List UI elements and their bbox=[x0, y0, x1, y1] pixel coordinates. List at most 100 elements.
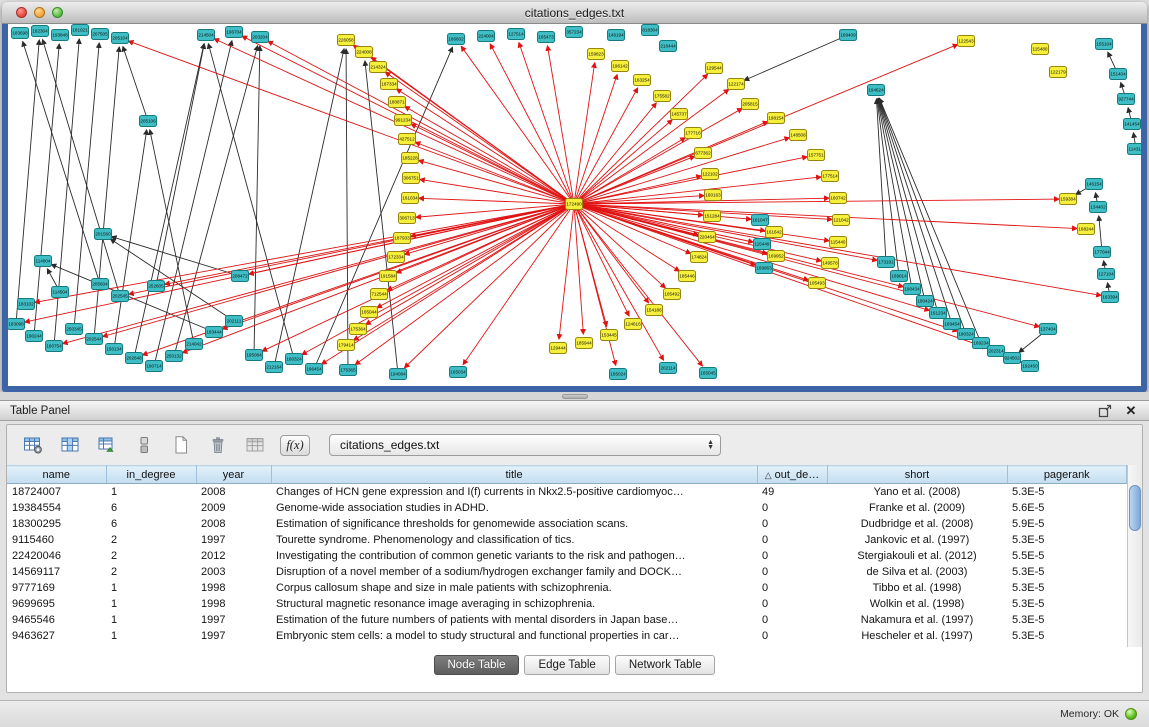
network-edge[interactable] bbox=[574, 138, 789, 204]
network-node[interactable]: 205604 bbox=[92, 279, 109, 290]
network-node[interactable]: 250132 bbox=[166, 351, 183, 362]
network-window-titlebar[interactable]: citations_edges.txt bbox=[2, 2, 1147, 24]
table-cell[interactable]: 0 bbox=[757, 548, 827, 564]
table-cell[interactable]: 2 bbox=[106, 564, 196, 580]
network-node[interactable]: 177514 bbox=[822, 171, 839, 182]
network-node[interactable]: 151284 bbox=[704, 211, 721, 222]
table-cell[interactable]: Stergiakouli et al. (2012) bbox=[827, 548, 1007, 564]
table-cell[interactable]: 5.3E-5 bbox=[1007, 532, 1127, 548]
table-cell[interactable]: Changes of HCN gene expression and I(f) … bbox=[271, 484, 757, 501]
network-edge[interactable] bbox=[346, 49, 348, 370]
table-cell[interactable]: 0 bbox=[757, 532, 827, 548]
table-cell[interactable]: 5.5E-5 bbox=[1007, 548, 1127, 564]
network-node[interactable]: 105493 bbox=[809, 278, 826, 289]
table-cell[interactable]: 1 bbox=[106, 628, 196, 644]
function-builder-icon[interactable]: f(x) bbox=[280, 435, 310, 456]
table-cell[interactable]: Estimation of the future numbers of pati… bbox=[271, 612, 757, 628]
network-edge[interactable] bbox=[63, 204, 574, 344]
network-node[interactable]: 161642 bbox=[766, 227, 783, 238]
network-edge[interactable] bbox=[574, 204, 903, 287]
network-edge[interactable] bbox=[878, 99, 938, 313]
table-cell[interactable]: 9115460 bbox=[7, 532, 106, 548]
network-node[interactable]: 129444 bbox=[550, 343, 567, 354]
network-node[interactable]: 175365 bbox=[340, 365, 357, 376]
edit-table-icon[interactable] bbox=[95, 434, 119, 456]
network-edge[interactable] bbox=[156, 44, 204, 286]
network-edge[interactable] bbox=[123, 47, 148, 121]
network-node[interactable]: 203204 bbox=[252, 32, 269, 43]
network-node[interactable]: 198154 bbox=[768, 113, 785, 124]
network-node[interactable]: 160163 bbox=[705, 190, 722, 201]
network-node[interactable]: 202544 bbox=[86, 334, 103, 345]
network-node[interactable]: 224008 bbox=[356, 47, 373, 58]
table-cell[interactable]: 9463627 bbox=[7, 628, 106, 644]
network-node[interactable]: 306713 bbox=[399, 213, 416, 224]
network-edge[interactable] bbox=[574, 75, 617, 204]
network-edge[interactable] bbox=[574, 204, 765, 231]
network-node[interactable]: 172490 bbox=[566, 199, 583, 210]
network-edge[interactable] bbox=[112, 237, 240, 276]
network-node[interactable]: 174824 bbox=[691, 252, 708, 263]
network-node[interactable]: 172334 bbox=[388, 252, 405, 263]
network-node[interactable]: 182304 bbox=[32, 26, 49, 37]
table-row[interactable]: 1872400712008Changes of HCN gene express… bbox=[7, 484, 1127, 501]
network-edge[interactable] bbox=[371, 57, 574, 204]
network-node[interactable]: 991234 bbox=[395, 115, 412, 126]
network-node[interactable]: 163254 bbox=[634, 75, 651, 86]
table-cell[interactable]: 1 bbox=[106, 612, 196, 628]
table-cell[interactable]: 5.9E-5 bbox=[1007, 516, 1127, 532]
table-cell[interactable]: 14569117 bbox=[7, 564, 106, 580]
network-edge[interactable] bbox=[110, 239, 234, 321]
network-node[interactable]: 185446 bbox=[679, 271, 696, 282]
network-node[interactable]: 214324 bbox=[370, 62, 387, 73]
table-cell[interactable]: Hescheler et al. (1997) bbox=[827, 628, 1007, 644]
column-header-in-degree[interactable]: in_degree bbox=[106, 466, 196, 484]
network-node[interactable]: 122543 bbox=[958, 36, 975, 47]
network-edge[interactable] bbox=[355, 204, 574, 365]
network-node[interactable]: 154186 bbox=[646, 305, 663, 316]
network-node[interactable]: 252605 bbox=[148, 281, 165, 292]
network-node[interactable]: 127514 bbox=[508, 29, 525, 40]
network-node[interactable]: 183098 bbox=[8, 319, 25, 330]
table-mode-icon[interactable] bbox=[132, 434, 156, 456]
network-node[interactable]: 149578 bbox=[822, 258, 839, 269]
table-cell[interactable]: 1998 bbox=[196, 596, 271, 612]
network-node[interactable]: 115449 bbox=[754, 239, 771, 250]
table-cell[interactable]: 0 bbox=[757, 516, 827, 532]
table-scrollbar[interactable] bbox=[1127, 465, 1142, 647]
network-edge[interactable] bbox=[574, 177, 821, 204]
panel-resize-handle[interactable] bbox=[562, 394, 588, 399]
network-edge[interactable] bbox=[461, 46, 574, 204]
table-row[interactable]: 1830029562008Estimation of significance … bbox=[7, 516, 1127, 532]
network-node[interactable]: 165044 bbox=[361, 307, 378, 318]
network-edge[interactable] bbox=[574, 204, 1039, 327]
network-node[interactable]: 250345 bbox=[66, 324, 83, 335]
network-node[interactable]: 122179 bbox=[1050, 67, 1067, 78]
network-node[interactable]: 196454 bbox=[306, 364, 323, 375]
network-edge[interactable] bbox=[574, 204, 877, 260]
network-edge[interactable] bbox=[877, 99, 886, 262]
float-panel-icon[interactable] bbox=[1097, 403, 1113, 419]
network-node[interactable]: 712544 bbox=[371, 289, 388, 300]
network-edge[interactable] bbox=[302, 204, 574, 355]
network-node[interactable]: 924502 bbox=[1004, 353, 1021, 364]
table-cell[interactable]: 6 bbox=[106, 516, 196, 532]
network-node[interactable]: 169952 bbox=[768, 251, 785, 262]
network-edge[interactable] bbox=[547, 46, 574, 204]
network-node[interactable]: 169963 bbox=[756, 263, 773, 274]
network-node[interactable]: 194084 bbox=[390, 369, 407, 380]
network-node[interactable]: 187933 bbox=[394, 233, 411, 244]
network-edge[interactable] bbox=[877, 99, 899, 276]
network-node[interactable]: 196704 bbox=[226, 27, 243, 38]
table-cell[interactable]: 19384554 bbox=[7, 500, 106, 516]
column-header-out-de[interactable]: △out_de… bbox=[757, 466, 827, 484]
table-cell[interactable]: 1997 bbox=[196, 612, 271, 628]
network-canvas-area[interactable]: 1836981823041938481810212075052051042145… bbox=[8, 24, 1141, 386]
table-row[interactable]: 946362711997Embryonic stem cells: a mode… bbox=[7, 628, 1127, 644]
network-node[interactable]: 114504 bbox=[52, 287, 69, 298]
table-cell[interactable]: 1 bbox=[106, 484, 196, 501]
table-source-dropdown[interactable]: citations_edges.txt ▲▼ bbox=[329, 434, 721, 456]
network-node[interactable]: 196142 bbox=[612, 61, 629, 72]
table-cell[interactable]: 1998 bbox=[196, 580, 271, 596]
network-node[interactable]: 175364 bbox=[350, 324, 367, 335]
